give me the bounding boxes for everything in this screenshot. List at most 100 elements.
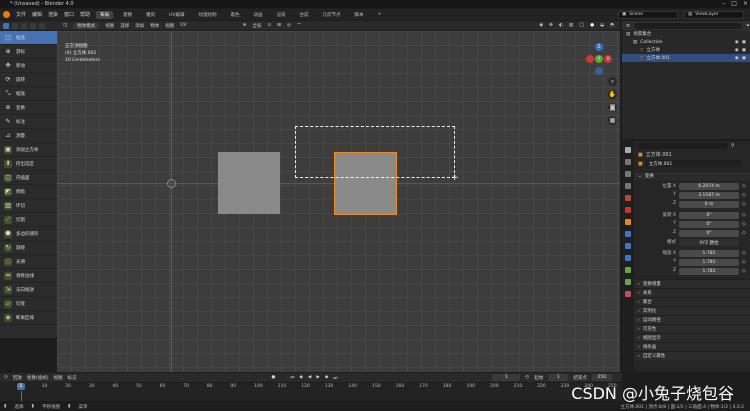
start-frame-field[interactable]: 1 <box>548 374 569 381</box>
tool-inset[interactable]: ◫ 内插面 <box>0 171 57 185</box>
record-icon[interactable]: ● <box>271 375 275 380</box>
tool-loopcut[interactable]: ▥ 环切 <box>0 199 57 213</box>
tool-rip[interactable]: ◈ 断离区域 <box>0 311 57 325</box>
timeline-editor-icon[interactable]: ◷ <box>4 375 8 380</box>
scale-y-field[interactable]: 1.781 <box>679 259 739 266</box>
header-menu-object[interactable]: 物体 <box>150 23 159 29</box>
tool-edge-slide[interactable]: ⇔ 滑移边线 <box>0 269 57 283</box>
xray-icon[interactable]: ▧ <box>569 23 573 28</box>
keyframe-icon[interactable]: ◇ <box>742 250 750 257</box>
tool-rotate[interactable]: ⟳ 旋转 <box>0 73 57 87</box>
tool-polybuild[interactable]: ⬟ 多边形建形 <box>0 227 57 241</box>
stopwatch-icon[interactable]: ◴ <box>525 375 529 380</box>
render-camera-icon[interactable]: ▣ <box>742 48 746 53</box>
visibility-icon[interactable]: ◉ <box>539 23 543 28</box>
menu-render[interactable]: 渲染 <box>48 11 58 18</box>
keyframe-icon[interactable]: ◇ <box>742 221 750 228</box>
camera-view-icon[interactable]: ◙ <box>608 103 617 112</box>
timeline-ruler[interactable]: 1 0 10 20 30 40 50 60 70 80 90 100 110 120 130 140 150 1… <box>0 383 622 401</box>
editor-type-icon[interactable]: ◫ <box>63 23 67 28</box>
keyframe-icon[interactable]: ◇ <box>742 192 750 199</box>
rotation-x-field[interactable]: 0° <box>679 212 739 219</box>
zoom-icon[interactable]: ⌕ <box>608 77 617 86</box>
properties-search-icon[interactable] <box>638 142 728 149</box>
perspective-toggle-icon[interactable]: ▦ <box>608 116 617 125</box>
mode-selector[interactable]: 物体模式 <box>73 22 100 29</box>
tool-cursor[interactable]: ⊕ 游标 <box>0 45 57 59</box>
shading-wireframe-icon[interactable]: ◯ <box>579 23 584 28</box>
section-header[interactable]: › 变换增量 <box>634 279 750 288</box>
scale-z-field[interactable]: 1.781 <box>679 268 739 275</box>
outliner-row[interactable]: ▽ 立方体.001 ◉ ▣ <box>622 54 750 62</box>
section-header[interactable]: › 运动路径 <box>634 315 750 324</box>
section-header[interactable]: › 实例化 <box>634 306 750 315</box>
transform-orientation[interactable]: 全局 <box>252 23 261 29</box>
filter-icon[interactable]: ⏷ <box>746 23 750 29</box>
scene-tab-icon[interactable] <box>625 195 631 201</box>
rotation-z-field[interactable]: 0° <box>679 230 739 237</box>
section-header[interactable]: › 自定义属性 <box>634 351 750 360</box>
render-camera-icon[interactable]: ▣ <box>742 40 746 45</box>
gizmo-z-icon[interactable]: Z <box>595 43 603 51</box>
section-header[interactable]: › 关系 <box>634 288 750 297</box>
3d-cursor-icon[interactable] <box>167 179 176 188</box>
falloff-icon[interactable]: ⌒ <box>297 23 302 29</box>
header-menu-uv[interactable]: UV <box>180 23 186 28</box>
tab-uv-editing[interactable]: UV编辑 <box>165 11 188 19</box>
pan-hand-icon[interactable]: ✋ <box>608 90 617 99</box>
visibility-eye-icon[interactable]: ◉ <box>735 40 739 45</box>
menu-window[interactable]: 窗口 <box>64 11 74 18</box>
menu-edit[interactable]: 编辑 <box>32 11 42 18</box>
location-y-field[interactable]: 3.1187 m <box>679 192 739 199</box>
header-menu-view2[interactable]: 视图 <box>165 23 174 29</box>
current-frame-field[interactable]: 1 <box>492 374 521 381</box>
tool-smooth[interactable]: ◌ 光滑 <box>0 255 57 269</box>
pivot-icon[interactable]: ⊙ <box>267 23 271 28</box>
tool-knife[interactable]: ⟋ 切割 <box>0 213 57 227</box>
rotation-mode-dropdown[interactable]: XYZ 欧拉 <box>679 239 739 246</box>
play-icon[interactable]: ▶ <box>316 375 319 380</box>
tool-shear[interactable]: ▱ 切变 <box>0 297 57 311</box>
timeline-menu-playback[interactable]: 回放 <box>13 375 22 381</box>
gizmo-z-neg-icon[interactable] <box>595 67 603 75</box>
section-header[interactable]: › 集合 <box>634 297 750 306</box>
section-header[interactable]: › 视图显示 <box>634 333 750 342</box>
tool-annotate[interactable]: ✎ 标注 <box>0 115 57 129</box>
tool-extrude[interactable]: ⬆ 挤出选区 <box>0 157 57 171</box>
outliner-row[interactable]: ▤ 场景集合 <box>622 30 750 38</box>
navigation-gizmo[interactable]: Z X Y <box>584 40 614 80</box>
tab-texture-paint[interactable]: 纹理绘制 <box>194 11 220 19</box>
tool-measure[interactable]: ⊿ 测量 <box>0 129 57 143</box>
view-layer-tab-icon[interactable] <box>625 183 631 189</box>
next-keyframe-icon[interactable]: ◆ <box>325 375 328 380</box>
gizmo-x-icon[interactable]: X <box>604 55 612 63</box>
tool-bevel[interactable]: ◩ 倒角 <box>0 185 57 199</box>
keyframe-icon[interactable]: ◇ <box>742 183 750 190</box>
gizmo-x-neg-icon[interactable] <box>586 55 594 63</box>
orientation-icon[interactable]: ⊕ <box>243 23 247 28</box>
tool-spin[interactable]: ↻ 旋绕 <box>0 241 57 255</box>
particles-tab-icon[interactable] <box>625 243 631 249</box>
tool-scale[interactable]: ⤡ 缩放 <box>0 87 57 101</box>
rotation-y-field[interactable]: 0° <box>679 221 739 228</box>
view-layer-selector[interactable]: ▤ ViewLayer <box>684 10 744 19</box>
keyframe-icon[interactable]: ◇ <box>742 201 750 208</box>
outliner-row[interactable]: ▽ 立方体 ◉ ▣ <box>622 46 750 54</box>
gizmo-toggle-icon[interactable]: ✥ <box>549 23 553 28</box>
tab-rendering[interactable]: 渲染 <box>272 11 289 19</box>
select-subtract-icon[interactable] <box>21 22 27 29</box>
outliner-row[interactable]: ▤ Collection ◉ ▣ <box>622 38 750 46</box>
modifier-tab-icon[interactable] <box>625 231 631 237</box>
keyframe-icon[interactable]: ◇ <box>742 230 750 237</box>
timeline-menu-keying[interactable]: 抠像(插帧) <box>27 375 49 381</box>
world-tab-icon[interactable] <box>625 207 631 213</box>
data-tab-icon[interactable] <box>625 279 631 285</box>
material-tab-icon[interactable] <box>625 291 631 297</box>
shading-solid-icon[interactable]: ● <box>590 23 594 28</box>
render-camera-icon[interactable]: ▣ <box>742 56 746 61</box>
tab-shading[interactable]: 着色 <box>226 11 243 19</box>
location-z-field[interactable]: 0 m <box>679 201 739 208</box>
tab-modeling[interactable]: 建模 <box>119 11 136 19</box>
render-tab-icon[interactable] <box>625 159 631 165</box>
snap-icon[interactable]: ⊞ <box>277 23 281 28</box>
